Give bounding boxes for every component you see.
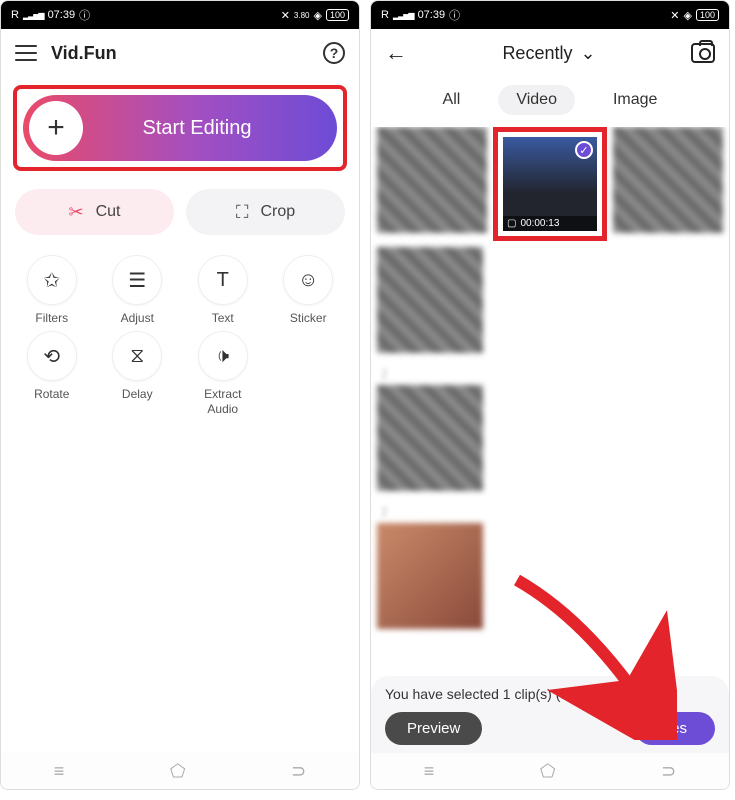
yes-button[interactable]: Yes — [635, 712, 715, 745]
crop-label: Crop — [260, 203, 295, 221]
tab-image[interactable]: Image — [595, 85, 675, 115]
star-icon: ✩ — [27, 255, 77, 305]
duration-text: 00:00:13 — [520, 218, 559, 229]
video-thumb[interactable] — [377, 247, 483, 353]
vibrate-icon: ✕ — [670, 9, 679, 22]
status-bar: R 07:39 ⓘ ✕ 3.80 ◈ 100 — [1, 1, 359, 29]
smile-icon: ☺ — [283, 255, 333, 305]
battery-indicator: 100 — [696, 9, 719, 21]
video-thumb-selected[interactable]: ✓ ▢ 00:00:13 — [503, 137, 597, 231]
camera-icon[interactable] — [691, 43, 715, 63]
back-button[interactable]: ← — [385, 40, 407, 66]
info-icon: ⓘ — [449, 7, 460, 23]
nav-recents-icon[interactable]: ≡ — [54, 761, 65, 782]
video-thumb[interactable] — [377, 385, 483, 491]
network-label: R — [11, 9, 19, 21]
crop-button[interactable]: ⛶ Crop — [186, 189, 345, 235]
tab-video[interactable]: Video — [498, 85, 575, 115]
text-icon: T — [198, 255, 248, 305]
nav-back-icon[interactable]: ⊃ — [661, 761, 676, 782]
network-label: R — [381, 9, 389, 21]
phone-right: R 07:39 ⓘ ✕ ◈ 100 ← Recently ⌄ All Video… — [370, 0, 730, 790]
video-thumb[interactable] — [613, 127, 723, 233]
tab-all[interactable]: All — [425, 85, 479, 115]
phone-left: R 07:39 ⓘ ✕ 3.80 ◈ 100 Vid.Fun ? + Start… — [0, 0, 360, 790]
start-editing-label: Start Editing — [83, 117, 311, 140]
status-bar-2: R 07:39 ⓘ ✕ ◈ 100 — [371, 1, 729, 29]
wifi-icon: ◈ — [314, 9, 322, 22]
status-time: 07:39 — [418, 9, 446, 21]
nav-recents-icon[interactable]: ≡ — [424, 761, 435, 782]
duration-bar: ▢ 00:00:13 — [503, 216, 597, 231]
start-editing-button[interactable]: + Start Editing — [23, 95, 337, 161]
tools-grid: ✩ Filters ☰ Adjust T Text ☺ Sticker ⟲ Ro… — [1, 241, 359, 430]
menu-icon[interactable] — [15, 45, 37, 61]
album-dropdown[interactable]: Recently ⌄ — [502, 43, 595, 64]
quick-actions: ✂ Cut ⛶ Crop — [1, 179, 359, 241]
section-label: 2 — [377, 497, 723, 523]
wifi-icon: ◈ — [684, 9, 692, 22]
audio-icon: 🕩 — [198, 331, 248, 381]
gallery: ✓ ▢ 00:00:13 2 2 — [371, 127, 729, 676]
nav-bar: ≡ ⬠ ⊃ — [371, 753, 729, 789]
check-icon: ✓ — [575, 141, 593, 159]
media-tabs: All Video Image — [371, 77, 729, 127]
tool-filters[interactable]: ✩ Filters — [11, 255, 93, 325]
signal-icon — [23, 9, 44, 21]
plus-icon: + — [29, 101, 83, 155]
status-time: 07:39 — [48, 9, 76, 21]
vibrate-icon: ✕ — [281, 9, 290, 22]
video-thumb[interactable] — [377, 523, 483, 629]
adjust-icon: ☰ — [112, 255, 162, 305]
nav-bar: ≡ ⬠ ⊃ — [1, 753, 359, 789]
start-editing-highlight: + Start Editing — [13, 85, 347, 171]
info-icon: ⓘ — [79, 7, 90, 23]
cut-label: Cut — [96, 203, 121, 221]
selected-highlight: ✓ ▢ 00:00:13 — [493, 127, 607, 241]
scissors-icon: ✂ — [69, 202, 84, 223]
tool-rotate[interactable]: ⟲ Rotate — [11, 331, 93, 416]
nav-back-icon[interactable]: ⊃ — [291, 761, 306, 782]
crop-icon: ⛶ — [236, 202, 249, 223]
preview-button[interactable]: Preview — [385, 712, 482, 745]
tool-delay[interactable]: ⧖ Delay — [97, 331, 179, 416]
hourglass-icon: ⧖ — [112, 331, 162, 381]
cut-button[interactable]: ✂ Cut — [15, 189, 174, 235]
selection-text: You have selected 1 clip(s) (u ). — [385, 686, 715, 702]
tool-sticker[interactable]: ☺ Sticker — [268, 255, 350, 325]
tool-text[interactable]: T Text — [182, 255, 264, 325]
nav-home-icon[interactable]: ⬠ — [540, 761, 556, 782]
album-label: Recently — [502, 43, 572, 64]
app-header: Vid.Fun ? — [1, 29, 359, 77]
video-thumb[interactable] — [377, 127, 487, 233]
data-icon: 3.80 — [294, 11, 310, 20]
signal-icon — [393, 9, 414, 21]
help-icon[interactable]: ? — [323, 42, 345, 64]
tool-extract-audio[interactable]: 🕩 Extract Audio — [182, 331, 264, 416]
chevron-down-icon: ⌄ — [580, 43, 595, 64]
rotate-icon: ⟲ — [27, 331, 77, 381]
section-label: 2 — [377, 359, 723, 385]
tool-adjust[interactable]: ☰ Adjust — [97, 255, 179, 325]
battery-indicator: 100 — [326, 9, 349, 21]
app-title: Vid.Fun — [51, 43, 323, 64]
video-icon: ▢ — [507, 218, 516, 229]
nav-home-icon[interactable]: ⬠ — [170, 761, 186, 782]
picker-header: ← Recently ⌄ — [371, 29, 729, 77]
